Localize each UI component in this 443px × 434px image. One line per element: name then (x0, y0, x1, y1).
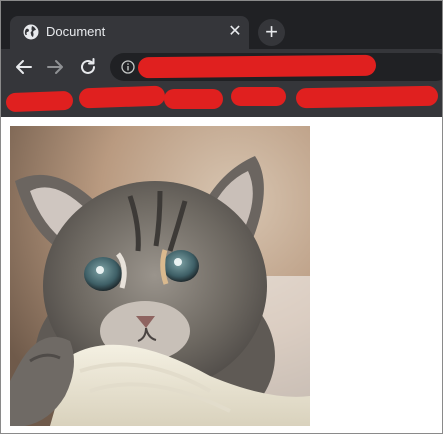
redacted-bookmark[interactable] (164, 89, 223, 109)
tab-document[interactable]: Document ✕ (10, 16, 249, 49)
redacted-bookmark[interactable] (5, 90, 74, 113)
redacted-bookmark[interactable] (78, 85, 166, 109)
navigation-toolbar (1, 49, 442, 85)
redacted-bookmark[interactable] (295, 85, 439, 109)
globe-icon (23, 24, 39, 40)
redacted-bookmark[interactable] (231, 87, 286, 106)
forward-arrow-icon[interactable] (43, 55, 67, 79)
kitten-photo (10, 126, 310, 426)
address-bar[interactable] (110, 53, 442, 81)
tab-strip: Document ✕ + (1, 1, 442, 49)
close-icon[interactable]: ✕ (226, 23, 244, 41)
plus-icon: + (265, 19, 278, 44)
browser-chrome: Document ✕ + (1, 1, 442, 117)
page-content (1, 117, 442, 433)
redacted-url (137, 54, 377, 79)
browser-window: Document ✕ + (0, 0, 443, 434)
reload-icon[interactable] (76, 55, 100, 79)
tab-title: Document (46, 24, 106, 39)
back-arrow-icon[interactable] (12, 55, 36, 79)
bookmarks-bar (1, 85, 442, 117)
new-tab-button[interactable]: + (258, 19, 285, 46)
info-icon[interactable] (121, 60, 135, 74)
